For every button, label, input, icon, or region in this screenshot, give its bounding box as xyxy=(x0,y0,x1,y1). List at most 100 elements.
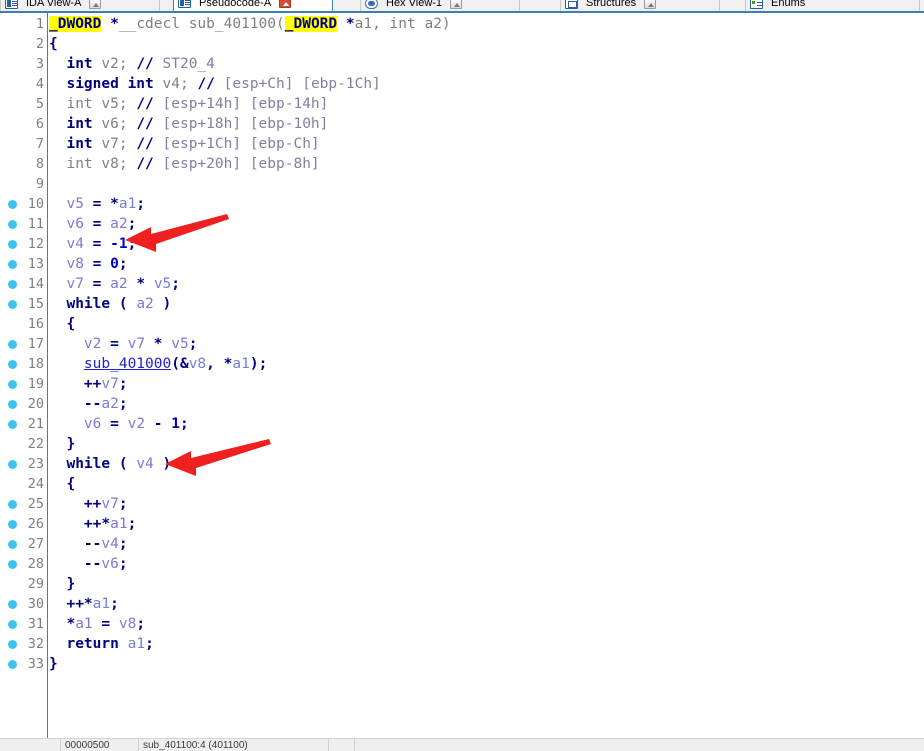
line-number: 32 xyxy=(27,636,44,652)
code-text[interactable]: v2 = v7 * v5; xyxy=(49,334,198,354)
code-line[interactable]: 15 while ( a2 ) xyxy=(0,294,924,314)
code-token: } xyxy=(49,656,58,672)
code-line[interactable]: 26 ++*a1; xyxy=(0,514,924,534)
line-number: 9 xyxy=(35,176,44,192)
code-text[interactable]: { xyxy=(49,314,75,334)
code-line[interactable]: 4 signed int v4; // [esp+Ch] [ebp-1Ch] xyxy=(0,74,924,94)
view-tab-bar[interactable]: IDA View-A Pseudocode-A Hex View-1 Struc… xyxy=(0,0,924,13)
code-line[interactable]: 32 return a1; xyxy=(0,634,924,654)
code-line[interactable]: 29 } xyxy=(0,574,924,594)
code-token: while xyxy=(66,456,111,472)
code-line[interactable]: 22 } xyxy=(0,434,924,454)
code-token: -1 xyxy=(110,236,128,252)
code-line[interactable]: 18 sub_401000(&v8, *a1); xyxy=(0,354,924,374)
code-token: * xyxy=(66,616,76,632)
code-text[interactable]: --a2; xyxy=(49,394,128,414)
code-text[interactable]: int v8; // [esp+20h] [ebp-8h] xyxy=(49,154,319,174)
line-number: 24 xyxy=(27,476,44,492)
tab-dropdown-icon[interactable] xyxy=(644,0,657,9)
code-text[interactable]: _DWORD *__cdecl sub_401100(_DWORD *a1, i… xyxy=(49,14,451,34)
tab-dropdown-icon[interactable] xyxy=(89,0,102,9)
code-line[interactable]: 13 v8 = 0; xyxy=(0,254,924,274)
code-text[interactable]: ++*a1; xyxy=(49,514,136,534)
code-token: int xyxy=(389,16,416,32)
code-line[interactable]: 27 --v4; xyxy=(0,534,924,554)
code-token: sub_401000 xyxy=(83,356,172,372)
tab-ida-view-a[interactable]: IDA View-A xyxy=(0,0,160,11)
code-line[interactable]: 2{ xyxy=(0,34,924,54)
code-line[interactable]: 6 int v6; // [esp+18h] [ebp-10h] xyxy=(0,114,924,134)
code-text[interactable]: ++*a1; xyxy=(49,594,118,614)
tab-dropdown-icon[interactable] xyxy=(450,0,463,9)
code-line[interactable]: 31 *a1 = v8; xyxy=(0,614,924,634)
code-line[interactable]: 24 { xyxy=(0,474,924,494)
code-line[interactable]: 10 v5 = *a1; xyxy=(0,194,924,214)
code-text[interactable]: } xyxy=(49,434,75,454)
code-token: a2 xyxy=(110,216,128,232)
code-line[interactable]: 12 v4 = -1; xyxy=(0,234,924,254)
code-line[interactable]: 5 int v5; // [esp+14h] [ebp-14h] xyxy=(0,94,924,114)
code-text[interactable]: int v2; // ST20_4 xyxy=(49,54,214,74)
code-text[interactable]: while ( v4 ) xyxy=(49,454,171,474)
code-text[interactable]: v6 = a2; xyxy=(49,214,136,234)
code-text[interactable]: int v7; // [esp+1Ch] [ebp-Ch] xyxy=(49,134,319,154)
code-text[interactable]: { xyxy=(49,34,58,54)
code-text[interactable]: } xyxy=(49,654,58,674)
code-line[interactable]: 28 --v6; xyxy=(0,554,924,574)
code-line[interactable]: 16 { xyxy=(0,314,924,334)
line-number: 5 xyxy=(35,96,44,112)
tab-hex-view-1[interactable]: Hex View-1 xyxy=(360,0,520,11)
code-token: * xyxy=(110,16,119,32)
code-text[interactable]: int v6; // [esp+18h] [ebp-10h] xyxy=(49,114,328,134)
code-text[interactable]: --v4; xyxy=(49,534,128,554)
code-line[interactable]: 23 while ( v4 ) xyxy=(0,454,924,474)
tab-pseudocode-a[interactable]: Pseudocode-A xyxy=(173,0,333,11)
code-text[interactable]: v4 = -1; xyxy=(49,234,136,254)
code-text[interactable]: sub_401000(&v8, *a1); xyxy=(49,354,267,374)
line-number: 27 xyxy=(27,536,44,552)
code-lines[interactable]: 1 _DWORD *__cdecl sub_401100(_DWORD *a1, … xyxy=(0,14,924,674)
code-token: = xyxy=(83,256,111,272)
code-text[interactable]: return a1; xyxy=(49,634,153,654)
code-line[interactable]: 33} xyxy=(0,654,924,674)
code-text[interactable]: ++v7; xyxy=(49,494,128,514)
code-line[interactable]: 19 ++v7; xyxy=(0,374,924,394)
code-text[interactable]: } xyxy=(49,574,75,594)
code-line[interactable]: 21 v6 = v2 - 1; xyxy=(0,414,924,434)
code-line[interactable]: 11 v6 = a2; xyxy=(0,214,924,234)
tab-dropdown-icon-red[interactable] xyxy=(279,0,292,8)
code-line[interactable]: 8 int v8; // [esp+20h] [ebp-8h] xyxy=(0,154,924,174)
code-text[interactable]: while ( a2 ) xyxy=(49,294,171,314)
code-text[interactable]: ++v7; xyxy=(49,374,128,394)
code-text[interactable]: --v6; xyxy=(49,554,128,574)
code-line[interactable]: 7 int v7; // [esp+1Ch] [ebp-Ch] xyxy=(0,134,924,154)
code-line[interactable]: 30 ++*a1; xyxy=(0,594,924,614)
code-token: _DWORD xyxy=(49,16,102,32)
code-text[interactable]: int v5; // [esp+14h] [ebp-14h] xyxy=(49,94,328,114)
code-line[interactable]: 9 xyxy=(0,174,924,194)
code-text[interactable]: *a1 = v8; xyxy=(49,614,145,634)
tab-enums[interactable]: Enums xyxy=(745,0,920,11)
code-line[interactable]: 20 --a2; xyxy=(0,394,924,414)
line-number: 20 xyxy=(27,396,44,412)
code-line[interactable]: 17 v2 = v7 * v5; xyxy=(0,334,924,354)
code-text[interactable]: signed int v4; // [esp+Ch] [ebp-1Ch] xyxy=(49,74,380,94)
tab-structures[interactable]: Structures xyxy=(560,0,720,11)
code-line[interactable]: 25 ++v7; xyxy=(0,494,924,514)
pseudocode-editor[interactable]: 1 _DWORD *__cdecl sub_401100(_DWORD *a1, … xyxy=(0,13,924,738)
code-text[interactable]: v5 = *a1; xyxy=(49,194,145,214)
code-token: v2; xyxy=(92,56,137,72)
code-text[interactable]: v6 = v2 - 1; xyxy=(49,414,189,434)
code-line[interactable]: 1 _DWORD *__cdecl sub_401100(_DWORD *a1, … xyxy=(0,14,924,34)
code-text[interactable]: v7 = a2 * v5; xyxy=(49,274,180,294)
code-text[interactable]: v8 = 0; xyxy=(49,254,127,274)
code-line[interactable]: 14 v7 = a2 * v5; xyxy=(0,274,924,294)
code-line[interactable]: 3 int v2; // ST20_4 xyxy=(0,54,924,74)
code-text[interactable]: { xyxy=(49,474,75,494)
